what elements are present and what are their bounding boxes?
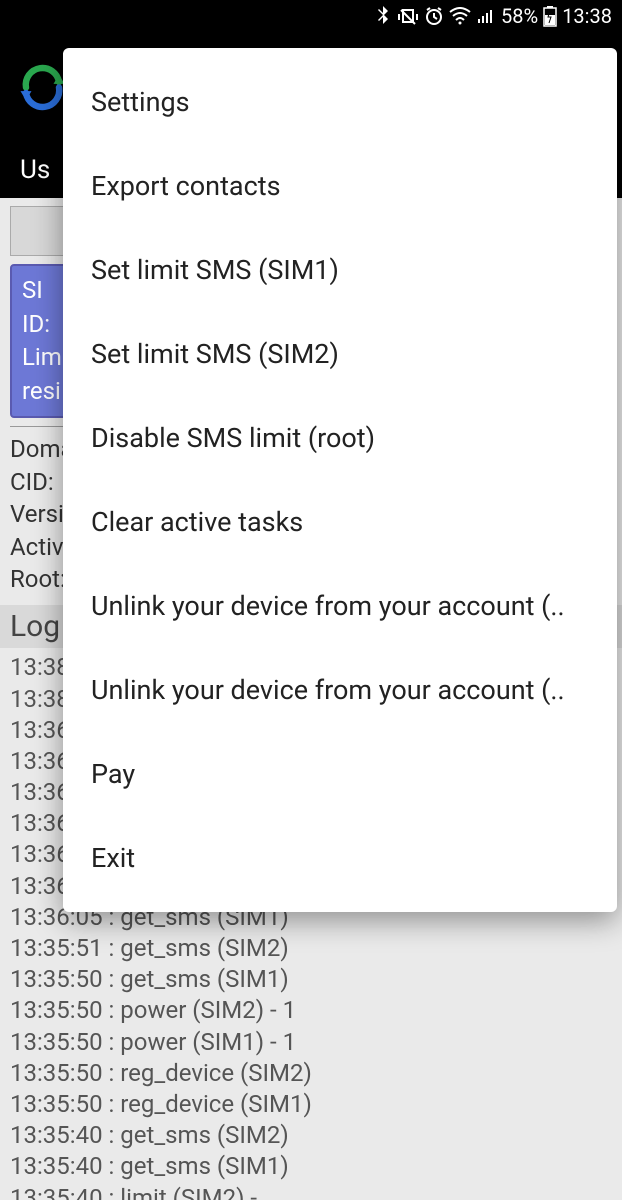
log-entry: 13:35:50 : get_sms (SIM1)	[10, 964, 612, 995]
menu-item-disable-sms-limit[interactable]: Disable SMS limit (root)	[63, 396, 617, 480]
log-entry: 13:35:50 : power (SIM2) - 1	[10, 995, 612, 1026]
menu-item-exit[interactable]: Exit	[63, 816, 617, 900]
tab-label[interactable]: Us	[20, 155, 50, 185]
battery-icon	[543, 5, 557, 27]
status-bar: 58% 13:38	[0, 0, 622, 32]
log-entry: 13:35:40 : get_sms (SIM1)	[10, 1151, 612, 1182]
menu-item-unlink-device-1[interactable]: Unlink your device from your account (..	[63, 564, 617, 648]
log-entry: 13:35:50 : reg_device (SIM1)	[10, 1089, 612, 1120]
log-entry: 13:35:51 : get_sms (SIM2)	[10, 933, 612, 964]
alarm-icon	[424, 6, 444, 26]
menu-item-set-limit-sim2[interactable]: Set limit SMS (SIM2)	[63, 312, 617, 396]
vibrate-icon	[397, 6, 419, 26]
app-logo-icon	[15, 60, 70, 115]
log-entry: 13:35:50 : power (SIM1) - 1	[10, 1027, 612, 1058]
log-entry: 13:35:50 : reg_device (SIM2)	[10, 1058, 612, 1089]
clock-time: 13:38	[562, 4, 612, 28]
menu-item-settings[interactable]: Settings	[63, 60, 617, 144]
menu-item-set-limit-sim1[interactable]: Set limit SMS (SIM1)	[63, 228, 617, 312]
bluetooth-icon	[376, 6, 392, 26]
signal-icon	[476, 7, 496, 25]
wifi-icon	[449, 7, 471, 25]
menu-item-clear-active-tasks[interactable]: Clear active tasks	[63, 480, 617, 564]
log-entry: 13:35:40 : get_sms (SIM2)	[10, 1120, 612, 1151]
log-entry: 13:35:40 : limit (SIM2) -	[10, 1183, 612, 1200]
menu-item-export-contacts[interactable]: Export contacts	[63, 144, 617, 228]
overflow-menu: Settings Export contacts Set limit SMS (…	[63, 48, 617, 912]
menu-item-unlink-device-2[interactable]: Unlink your device from your account (..	[63, 648, 617, 732]
battery-percent: 58%	[501, 4, 538, 28]
menu-item-pay[interactable]: Pay	[63, 732, 617, 816]
